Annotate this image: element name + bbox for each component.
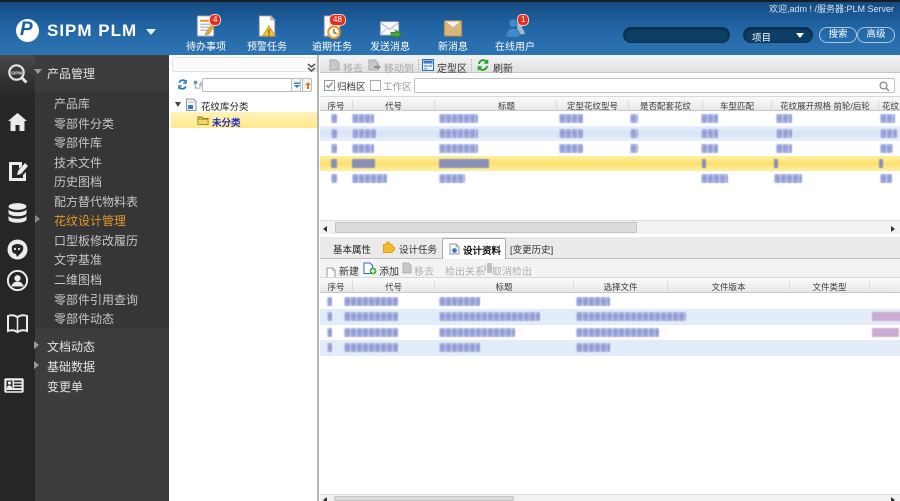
svg-text:SIPM: SIPM — [11, 71, 22, 76]
